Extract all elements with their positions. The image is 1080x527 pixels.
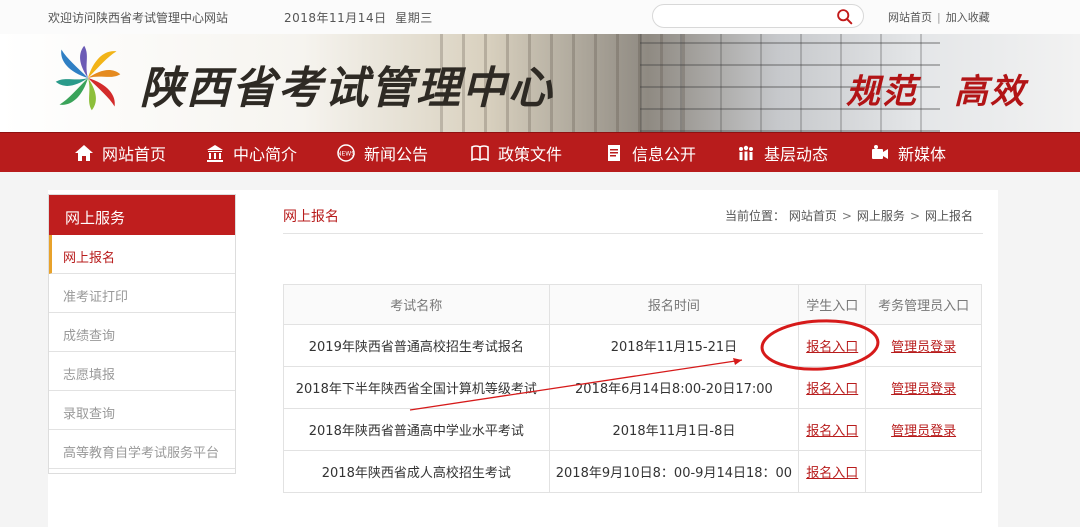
student-entry-cell: 报名入口 — [798, 324, 867, 367]
sidebar-item-application[interactable]: 志愿填报 — [49, 352, 235, 391]
nav-item-label: 新闻公告 — [364, 145, 429, 164]
nav-item-new-media[interactable]: 新媒体 — [870, 133, 946, 173]
student-entry-cell: 报名入口 — [798, 408, 867, 451]
nav-item-about[interactable]: 中心简介 — [205, 133, 297, 173]
column-header: 考试名称 — [283, 284, 550, 325]
admin-entry-cell: 管理员登录 — [865, 366, 982, 409]
top-link-home[interactable]: 网站首页 — [888, 11, 932, 24]
nav-item-label: 新媒体 — [898, 145, 947, 164]
sidebar: 网上服务 网上报名 准考证打印 成绩查询 志愿填报 录取查询 高等教育自学考试服… — [48, 194, 236, 474]
nav-item-disclosure[interactable]: 信息公开 — [604, 133, 696, 173]
breadcrumb-separator: > — [841, 209, 852, 223]
sidebar-item-score-query[interactable]: 成绩查询 — [49, 313, 235, 352]
media-icon — [872, 145, 888, 159]
sidebar-item-admission-query[interactable]: 录取查询 — [49, 391, 235, 430]
breadcrumb-home[interactable]: 网站首页 — [789, 209, 837, 223]
welcome-text: 欢迎访问陕西省考试管理中心网站 — [48, 11, 229, 25]
document-icon — [608, 145, 620, 161]
student-entry-cell: 报名入口 — [798, 366, 867, 409]
exam-table: 考试名称 报名时间 学生入口 考务管理员入口 2019年陕西省普通高校招生考试报… — [283, 284, 982, 493]
link-divider: | — [937, 11, 941, 24]
book-icon — [471, 145, 489, 162]
header-banner: 陕西省考试管理中心 规范 高效 — [0, 34, 1080, 132]
table-row: 2018年陕西省成人高校招生考试 2018年9月10日8：00-9月14日18：… — [283, 450, 982, 493]
exam-name: 2018年陕西省普通高中学业水平考试 — [283, 408, 550, 451]
column-header: 报名时间 — [548, 284, 800, 325]
admin-entry-cell: 管理员登录 — [865, 324, 982, 367]
table-row: 2018年陕西省普通高中学业水平考试 2018年11月1日-8日 报名入口 管理… — [283, 408, 982, 451]
sidebar-item-online-registration[interactable]: 网上报名 — [49, 235, 235, 274]
student-registration-link[interactable]: 报名入口 — [806, 424, 858, 439]
date-value: 2018年11月14日 — [284, 11, 387, 25]
news-icon: NEWS — [337, 144, 355, 162]
breadcrumb-separator: > — [909, 209, 920, 223]
svg-text:NEWS: NEWS — [337, 151, 355, 158]
nav-item-policy[interactable]: 政策文件 — [470, 133, 562, 173]
admin-login-link[interactable]: 管理员登录 — [891, 382, 956, 397]
building-icon — [207, 145, 223, 162]
weekday-value: 星期三 — [395, 11, 433, 25]
home-icon — [75, 145, 93, 161]
main-nav: 网站首页 中心简介 NEWS 新闻公告 政策文件 信息公开 基层动态 新媒体 — [0, 132, 1080, 172]
nav-item-label: 信息公开 — [632, 145, 697, 164]
registration-time: 2018年6月14日8:00-20日17:00 — [548, 366, 800, 409]
student-registration-link[interactable]: 报名入口 — [806, 382, 858, 397]
admin-login-link[interactable]: 管理员登录 — [891, 424, 956, 439]
nav-item-label: 基层动态 — [764, 145, 829, 164]
table-row: 2019年陕西省普通高校招生考试报名 2018年11月15-21日 报名入口 管… — [283, 324, 982, 367]
date-text: 2018年11月14日 星期三 — [284, 9, 433, 26]
exam-name: 2018年陕西省成人高校招生考试 — [283, 450, 550, 493]
student-entry-cell: 报名入口 — [798, 450, 867, 493]
top-link-favorite[interactable]: 加入收藏 — [946, 11, 990, 24]
exam-name: 2019年陕西省普通高校招生考试报名 — [283, 324, 550, 367]
table-header-row: 考试名称 报名时间 学生入口 考务管理员入口 — [283, 284, 982, 325]
nav-item-label: 中心简介 — [233, 145, 298, 164]
admin-entry-cell: 管理员登录 — [865, 408, 982, 451]
column-header: 学生入口 — [798, 284, 867, 325]
nav-item-label: 政策文件 — [498, 145, 563, 164]
admin-entry-cell — [865, 450, 982, 493]
search-input[interactable] — [665, 5, 835, 27]
pinwheel-logo-icon — [55, 45, 121, 111]
site-title: 陕西省考试管理中心 — [140, 63, 554, 114]
nav-item-local-news[interactable]: 基层动态 — [736, 133, 828, 173]
registration-time: 2018年11月15-21日 — [548, 324, 800, 367]
student-registration-link[interactable]: 报名入口 — [806, 340, 858, 355]
search-icon[interactable] — [836, 8, 853, 25]
breadcrumb: 当前位置： 网站首页 > 网上服务 > 网上报名 — [725, 207, 973, 224]
sidebar-item-admission-ticket[interactable]: 准考证打印 — [49, 274, 235, 313]
search-box — [652, 4, 864, 28]
breadcrumb-current: 网上报名 — [925, 209, 974, 223]
title-divider — [283, 233, 983, 234]
admin-login-link[interactable]: 管理员登录 — [891, 340, 956, 355]
registration-time: 2018年9月10日8：00-9月14日18：00 — [548, 450, 800, 493]
people-icon — [739, 145, 753, 161]
nav-item-news[interactable]: NEWS 新闻公告 — [336, 133, 428, 173]
banner-slogan: 规范 高效 — [846, 72, 1026, 112]
nav-item-label: 网站首页 — [102, 145, 167, 164]
column-header: 考务管理员入口 — [865, 284, 982, 325]
breadcrumb-prefix: 当前位置： — [725, 209, 786, 223]
table-row: 2018年下半年陕西省全国计算机等级考试 2018年6月14日8:00-20日1… — [283, 366, 982, 409]
exam-name: 2018年下半年陕西省全国计算机等级考试 — [283, 366, 550, 409]
top-bar: 欢迎访问陕西省考试管理中心网站 2018年11月14日 星期三 网站首页 | 加入收… — [0, 0, 1080, 34]
page-title: 网上报名 — [283, 209, 339, 225]
sidebar-item-self-study-platform[interactable]: 高等教育自学考试服务平台 — [49, 430, 235, 469]
sidebar-title: 网上服务 — [49, 195, 235, 235]
nav-item-home[interactable]: 网站首页 — [74, 133, 166, 173]
student-registration-link[interactable]: 报名入口 — [806, 466, 858, 481]
registration-time: 2018年11月1日-8日 — [548, 408, 800, 451]
top-links: 网站首页 | 加入收藏 — [888, 9, 990, 25]
breadcrumb-services[interactable]: 网上服务 — [857, 209, 905, 223]
